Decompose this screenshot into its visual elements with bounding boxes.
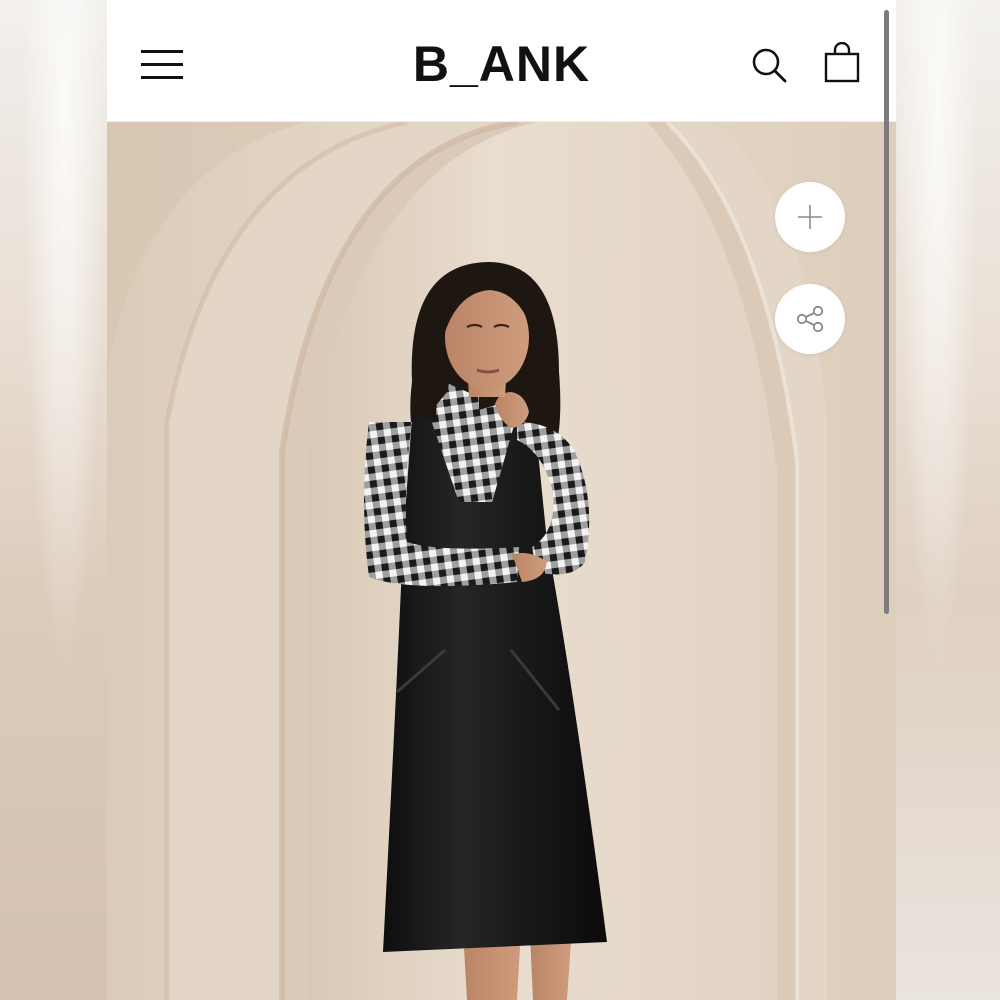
plus-icon xyxy=(798,205,822,229)
blurred-background-left xyxy=(0,0,107,1000)
share-button[interactable] xyxy=(775,284,845,354)
vertical-scrollbar[interactable] xyxy=(884,10,889,614)
shopping-bag-icon[interactable] xyxy=(822,41,862,86)
search-icon[interactable] xyxy=(750,42,790,86)
product-hero-image[interactable] xyxy=(107,122,896,1000)
add-to-wishlist-button[interactable] xyxy=(775,182,845,252)
share-icon xyxy=(796,305,824,333)
product-photo xyxy=(107,122,896,1000)
blurred-background-right xyxy=(896,0,1000,1000)
app-screen: B_ANK xyxy=(107,0,896,1000)
top-navigation-bar: B_ANK xyxy=(107,0,896,122)
